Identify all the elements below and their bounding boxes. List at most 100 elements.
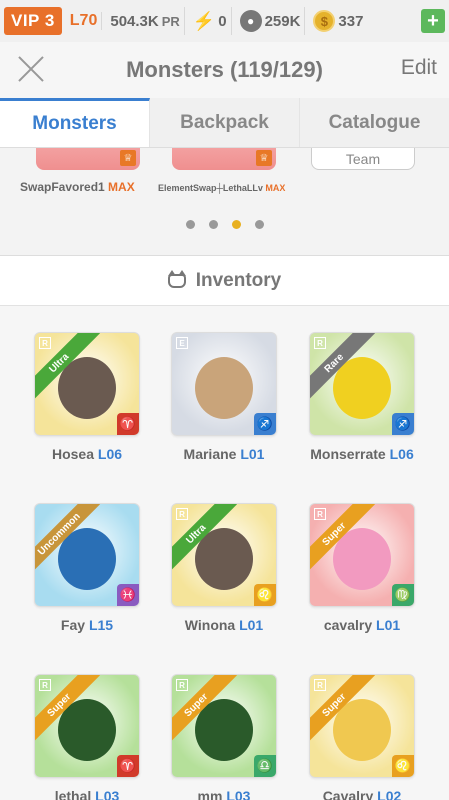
rank-badge: R	[314, 679, 326, 691]
rank-badge: R	[176, 679, 188, 691]
monster-card[interactable]: R Super ♌ Cavalry L02	[297, 674, 427, 800]
zodiac-icon: ♕	[120, 150, 136, 166]
monster-label: cavalry L01	[297, 617, 427, 633]
monster-name: mm	[197, 788, 223, 800]
tab-backpack[interactable]: Backpack	[150, 98, 300, 147]
inventory-header: Inventory	[0, 256, 449, 306]
monster-label: Hosea L06	[22, 446, 152, 462]
zodiac-icon: ♓	[117, 584, 139, 606]
zodiac-icon: ♐	[254, 413, 276, 435]
zodiac-icon: ♈	[117, 755, 139, 777]
monster-level: L01	[376, 617, 401, 633]
monster-card[interactable]: Uncommon ♓ Fay L15	[22, 503, 152, 633]
energy-stat: ⚡ 0	[189, 7, 232, 35]
monster-portrait[interactable]: R Rare ♐	[309, 332, 415, 436]
power-stat: 504.3K PR	[106, 7, 185, 35]
coin-value: 337	[338, 12, 364, 30]
monster-label: lethal L03	[22, 788, 152, 800]
monster-portrait[interactable]: R Super ♈	[34, 674, 140, 778]
monster-name: Hosea	[51, 446, 94, 462]
monster-label: Cavalry L02	[297, 788, 427, 800]
monster-name: lethal	[54, 788, 92, 800]
monster-level: L15	[88, 617, 114, 633]
monster-portrait[interactable]: Uncommon ♓	[34, 503, 140, 607]
zodiac-icon: ♈	[117, 413, 139, 435]
monster-card[interactable]: E ♐ Mariane L01	[159, 332, 289, 462]
monster-level: L01	[240, 446, 265, 462]
monster-level: L03	[226, 788, 251, 800]
monster-card[interactable]: R Ultra ♌ Winona L01	[159, 503, 289, 633]
monster-level: L03	[95, 788, 120, 800]
monster-card[interactable]: R Rare ♐ Monserrate L06	[297, 332, 427, 462]
zodiac-icon: ♐	[392, 413, 414, 435]
team-slot-1[interactable]: ♕	[36, 148, 140, 170]
monster-name: Winona	[184, 617, 236, 633]
monster-level: L02	[377, 788, 402, 800]
rank-badge: R	[39, 679, 51, 691]
page-dot[interactable]	[185, 220, 195, 229]
monster-card[interactable]: R Super ♈ lethal L03	[22, 674, 152, 800]
monster-label: Mariane L01	[159, 446, 289, 462]
cat-icon	[167, 269, 186, 288]
monster-card[interactable]: R Super ♍ cavalry L01	[297, 503, 427, 633]
monster-label: mm L03	[159, 788, 289, 800]
monster-name: cavalry	[323, 617, 373, 633]
lightning-icon: ⚡	[192, 10, 216, 31]
monster-portrait[interactable]: R Super ♎	[171, 674, 277, 778]
zodiac-icon: ♌	[392, 755, 414, 777]
status-bar: VIP 3 L70 504.3K PR ⚡ 0 ● 259K $ 337 +	[0, 0, 449, 42]
page-header: Monsters (119/129) Edit	[0, 42, 449, 98]
team-slot-1-name: SwapFavored1 MAX	[20, 180, 135, 194]
monster-level: L06	[389, 446, 414, 462]
monster-portrait[interactable]: R Super ♍	[309, 503, 415, 607]
monster-name: Monserrate	[310, 446, 386, 462]
tab-monsters[interactable]: Monsters	[0, 98, 150, 147]
monster-name: Cavalry	[322, 788, 374, 800]
monster-label: Fay L15	[22, 617, 152, 633]
tab-catalogue[interactable]: Catalogue	[300, 98, 449, 147]
team-slot-1-label: SwapFavored1	[20, 180, 105, 194]
monster-name: Mariane	[183, 446, 237, 462]
inventory-grid: R Ultra ♈ Hosea L06 E ♐ Mariane L01 R Rare ♐ Monse…	[0, 306, 449, 800]
team-slot-2-label: ElementSwap┼LethaLLv	[158, 183, 263, 193]
monster-portrait[interactable]: E ♐	[171, 332, 277, 436]
page-dot-active[interactable]	[231, 220, 241, 229]
monster-card[interactable]: R Ultra ♈ Hosea L06	[22, 332, 152, 462]
rank-badge: R	[314, 337, 326, 349]
team-slot-2-name: ElementSwap┼LethaLLv MAX	[158, 183, 285, 193]
zodiac-icon: ♍	[392, 584, 414, 606]
page-title: Monsters (119/129)	[126, 57, 323, 82]
monster-label: Winona L01	[159, 617, 289, 633]
monster-card[interactable]: R Super ♎ mm L03	[159, 674, 289, 800]
paw-icon: ●	[239, 10, 262, 32]
max-badge: MAX	[108, 180, 135, 194]
monster-portrait[interactable]: R Ultra ♌	[171, 503, 277, 607]
player-level: L70	[66, 12, 103, 30]
coin-icon: $	[313, 10, 336, 32]
monster-portrait[interactable]: R Ultra ♈	[34, 332, 140, 436]
add-coins-button[interactable]: +	[421, 9, 445, 33]
page-dot[interactable]	[254, 220, 264, 229]
monster-image	[195, 357, 253, 420]
monster-level: L01	[239, 617, 264, 633]
coin-stat: $ 337	[309, 7, 367, 35]
food-value: 259K	[264, 12, 301, 30]
rank-badge: E	[176, 337, 188, 349]
tab-bar: Monsters Backpack Catalogue	[0, 98, 449, 148]
food-stat: ● 259K	[236, 7, 306, 35]
monster-level: L06	[97, 446, 123, 462]
page-dot[interactable]	[208, 220, 218, 229]
rank-badge: R	[176, 508, 188, 520]
monster-portrait[interactable]: R Super ♌	[309, 674, 415, 778]
power-unit: PR	[161, 13, 180, 29]
inventory-title: Inventory	[195, 269, 282, 291]
vip-badge[interactable]: VIP 3	[4, 7, 62, 35]
power-value: 504.3K	[110, 12, 159, 30]
close-icon[interactable]	[16, 54, 46, 84]
team-button[interactable]: Team	[311, 148, 415, 170]
team-carousel: ♕ ♕ Team SwapFavored1 MAX ElementSwap┼Le…	[0, 148, 449, 256]
team-slot-2[interactable]: ♕	[172, 148, 276, 170]
energy-value: 0	[218, 12, 227, 30]
zodiac-icon: ♎	[254, 755, 276, 777]
edit-button[interactable]: Edit	[401, 56, 437, 80]
